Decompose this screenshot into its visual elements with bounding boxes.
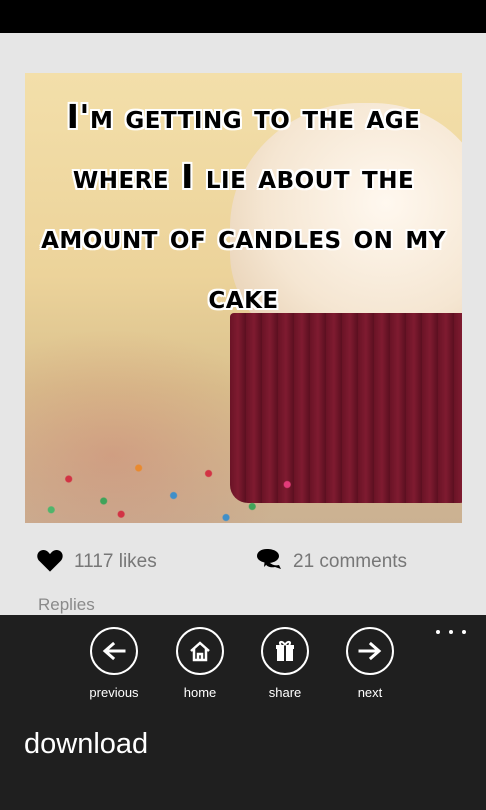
dot [449, 630, 453, 634]
likes-stat[interactable]: 1117 likes [36, 547, 157, 577]
post-caption: I'm getting to the age where I lie about… [41, 97, 446, 316]
previous-label: previous [89, 685, 139, 700]
heart-icon [36, 547, 64, 578]
post-image: I'm getting to the age where I lie about… [25, 73, 462, 523]
gift-icon [261, 627, 309, 675]
dot [462, 630, 466, 634]
arrow-left-icon [90, 627, 138, 675]
comments-stat[interactable]: 21 comments [255, 547, 407, 577]
speech-bubbles-icon [255, 547, 283, 578]
next-button[interactable]: next [327, 627, 413, 700]
share-button[interactable]: share [242, 627, 328, 700]
dot [436, 630, 440, 634]
previous-button[interactable]: previous [71, 627, 157, 700]
content-area: I'm getting to the age where I lie about… [0, 33, 486, 615]
app-bar: previous home share next download [0, 615, 486, 810]
next-label: next [357, 685, 383, 700]
likes-count: 1117 likes [74, 551, 157, 572]
download-menu-item[interactable]: download [24, 728, 148, 761]
share-label: share [268, 685, 302, 700]
house-icon [176, 627, 224, 675]
home-label: home [183, 685, 217, 700]
arrow-right-icon [346, 627, 394, 675]
home-button[interactable]: home [157, 627, 243, 700]
comments-count: 21 comments [293, 551, 408, 572]
ellipsis-icon[interactable] [436, 625, 466, 639]
replies-label: Replies [38, 595, 95, 614]
status-bar [0, 0, 486, 33]
sprinkles [25, 413, 462, 523]
